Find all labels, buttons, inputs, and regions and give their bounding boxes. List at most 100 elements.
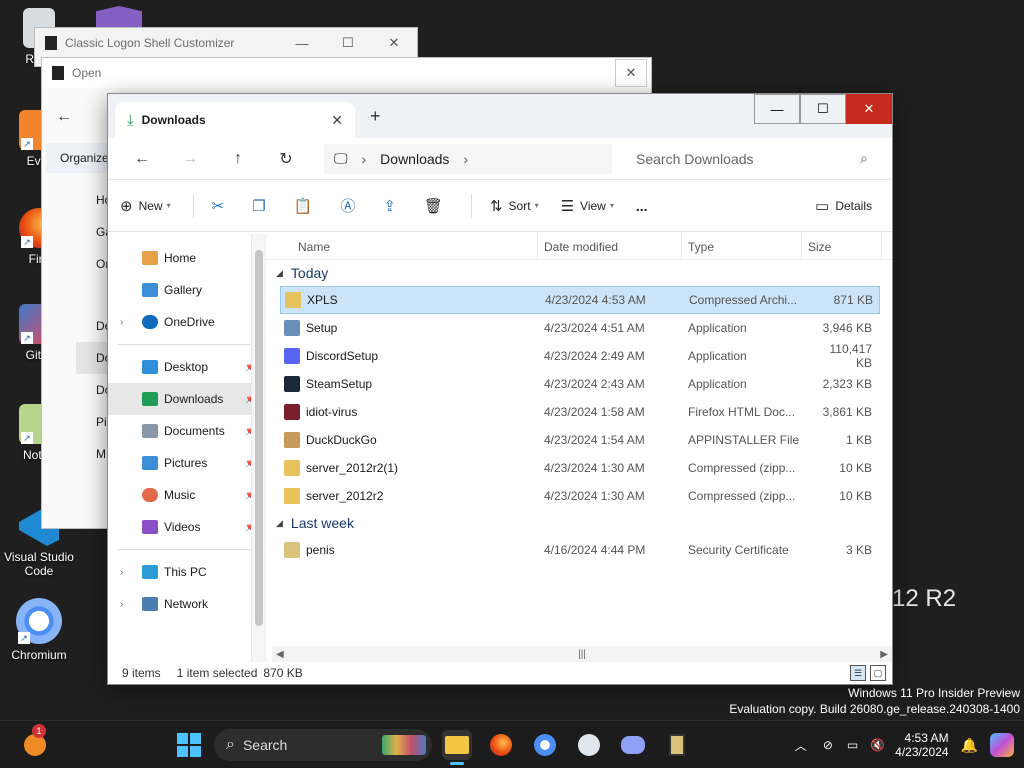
new-button[interactable]: ⊕ New ▾ [120,197,171,215]
sort-icon: ⇅ [489,197,503,215]
file-row[interactable]: Setup 4/23/2024 4:51 AM Application 3,946 K… [280,314,880,342]
taskbar-steam[interactable] [574,730,604,760]
taskbar-search[interactable]: ⌕ Search [214,729,432,761]
group-header-today[interactable]: ◢ Today [266,260,892,286]
file-row[interactable]: server_2012r2(1) 4/23/2024 1:30 AM Compres… [280,454,880,482]
chevron-up-icon[interactable]: ︿ [795,737,807,754]
file-row[interactable]: XPLS 4/23/2024 4:53 AM Compressed Archi...… [280,286,880,314]
column-type[interactable]: Type [682,233,802,260]
file-row[interactable]: idiot-virus 4/23/2024 1:58 AM Firefox HTML… [280,398,880,426]
up-button[interactable]: ↑ [214,150,262,168]
start-button[interactable] [174,730,204,760]
more-options-button[interactable]: ... [636,198,648,214]
nav-item-videos[interactable]: Videos📌 [108,511,265,543]
scroll-right-icon[interactable]: ▶ [880,649,888,660]
nav-item-desktop[interactable]: Desktop📌 [108,351,265,383]
windows-logo-icon [177,733,201,757]
network-off-icon[interactable]: ⊘ [823,738,833,752]
videos-icon [142,520,158,534]
taskbar-discord[interactable] [618,730,648,760]
sort-button[interactable]: ⇅ Sort ▾ [490,197,539,215]
app-icon [52,66,64,80]
nav-item-documents[interactable]: Documents📌 [108,415,265,447]
nav-scrollbar[interactable] [251,234,265,662]
forward-button[interactable]: → [166,150,214,168]
copy-button[interactable]: ❐ [252,197,271,215]
tab-downloads[interactable]: ⤓ Downloads ✕ [115,102,355,138]
copilot-icon[interactable] [990,733,1014,757]
column-size[interactable]: Size [802,233,882,260]
nav-item-music[interactable]: Music📌 [108,479,265,511]
shortcut-arrow-icon: ↗ [21,432,33,444]
minimize-button[interactable]: — [279,28,325,58]
paste-button[interactable]: 📋 [294,197,319,215]
file-row[interactable]: DuckDuckGo 4/23/2024 1:54 AM APPINSTALLER … [280,426,880,454]
share-button[interactable]: ⇪ [383,197,402,215]
organize-button[interactable]: Organize [46,143,116,173]
taskbar-chromium[interactable] [530,730,560,760]
maximize-button[interactable]: ☐ [325,28,371,58]
scrollbar-grip-icon[interactable]: ||| [578,649,586,660]
nav-item-home[interactable]: Home [108,242,265,274]
taskbar-app-icon[interactable]: 1 [20,724,50,760]
chromium-desktop-icon[interactable]: ↗ Chromium [0,598,78,662]
details-button[interactable]: ▭ Details [815,197,872,215]
close-button[interactable]: ✕ [615,59,647,87]
expand-chevron-icon[interactable]: › [120,567,123,578]
clock[interactable]: 4:53 AM 4/23/2024 [895,731,948,759]
scrollbar-thumb[interactable] [255,250,263,626]
file-type: Firefox HTML Doc... [688,405,795,419]
search-input[interactable]: Search Downloads ⌕ [624,144,880,174]
file-row[interactable]: penis 4/16/2024 4:44 PM Security Certifica… [280,536,880,564]
maximize-button[interactable]: ☐ [800,94,846,124]
breadcrumb[interactable]: 🖵 › Downloads › [324,143,612,174]
breadcrumb-downloads[interactable]: Downloads [380,151,449,167]
nav-item-onedrive[interactable]: › OneDrive [108,306,265,338]
documents-icon [142,424,158,438]
delete-button[interactable]: 🗑 [424,197,449,215]
nav-item-downloads[interactable]: Downloads📌 [108,383,265,415]
file-row[interactable]: SteamSetup 4/23/2024 2:43 AM Application 2,… [280,370,880,398]
group-header-last-week[interactable]: ◢ Last week [266,510,892,536]
taskbar-logon-customizer[interactable] [662,730,692,760]
column-date-modified[interactable]: Date modified [538,233,682,260]
taskbar: 1 ⌕ Search ︿ ⊘ ▭ 🔇 4:53 AM 4/23/2024 🔔 [0,720,1024,768]
file-date: 4/23/2024 4:53 AM [545,293,646,307]
file-row[interactable]: server_2012r2 4/23/2024 1:30 AM Compressed… [280,482,880,510]
back-button[interactable]: ← [56,108,72,126]
close-button[interactable]: ✕ [846,94,892,124]
taskbar-file-explorer[interactable] [442,730,472,760]
close-button[interactable]: ✕ [371,28,417,58]
taskbar-firefox[interactable] [486,730,516,760]
nav-item-gallery[interactable]: Gallery [108,274,265,306]
back-button[interactable]: ← [118,150,166,168]
refresh-button[interactable]: ↻ [262,149,310,169]
tiles-view-icon[interactable]: ▢ [870,665,886,681]
view-button[interactable]: ☰ View ▾ [561,197,614,215]
nav-item-network[interactable]: › Network [108,588,265,620]
expand-chevron-icon[interactable]: › [120,317,123,328]
download-arrow-icon: ⤓ [127,111,134,129]
close-tab-icon[interactable]: ✕ [331,112,343,129]
notification-bell-icon[interactable]: 🔔 [961,737,978,754]
horizontal-scrollbar[interactable]: ◀ ||| ▶ [272,646,892,662]
display-icon[interactable]: ▭ [847,738,858,752]
column-label: Type [688,239,715,254]
rename-button[interactable]: Ⓐ [340,195,361,216]
divider [118,549,255,550]
clock-time: 4:53 AM [904,731,949,745]
volume-mute-icon[interactable]: 🔇 [870,738,885,752]
new-tab-button[interactable]: + [370,106,381,127]
nav-item-pictures[interactable]: Pictures📌 [108,447,265,479]
nav-item-this-pc[interactable]: › This PC [108,556,265,588]
discord-icon [284,348,300,364]
scroll-left-icon[interactable]: ◀ [276,649,284,660]
zip-folder-icon [284,460,300,476]
details-view-icon[interactable]: ☰ [850,665,866,681]
minimize-button[interactable]: — [754,94,800,124]
file-row[interactable]: DiscordSetup 4/23/2024 2:49 AM Application… [280,342,880,370]
file-explorer-window[interactable]: ⤓ Downloads ✕ + — ☐ ✕ ← → ↑ ↻ 🖵 › Downlo… [107,93,893,685]
expand-chevron-icon[interactable]: › [120,599,123,610]
cut-button[interactable]: ✂ [212,197,231,215]
column-name[interactable]: Name [266,233,538,260]
